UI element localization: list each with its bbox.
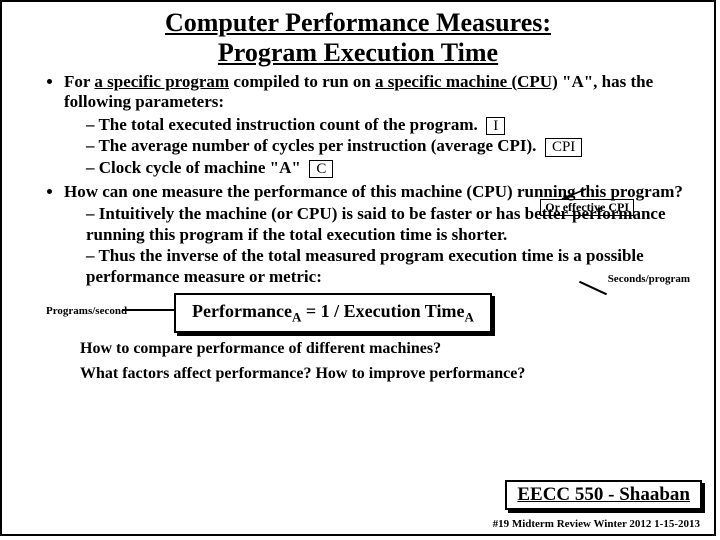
- dash-5: Thus the inverse of the total measured p…: [86, 246, 696, 287]
- dash-2: The average number of cycles per instruc…: [86, 136, 696, 157]
- label-seconds-program: Seconds/program: [608, 273, 690, 286]
- dash-1: The total executed instruction count of …: [86, 115, 696, 136]
- f-mid: = 1 / Execution Time: [301, 301, 464, 321]
- course-box: EECC 550 - Shaaban: [505, 480, 702, 510]
- bullet-2: How can one measure the performance of t…: [64, 182, 696, 287]
- slide-title: Computer Performance Measures: Program E…: [22, 8, 694, 68]
- label-programs-second: Programs/second: [46, 305, 127, 318]
- d3-text: Clock cycle of machine "A": [99, 158, 301, 177]
- slide: Computer Performance Measures: Program E…: [0, 0, 716, 536]
- c-box: C: [309, 160, 333, 179]
- effective-cpi-note: Or effective CPI: [540, 199, 634, 216]
- arrow-left: [122, 309, 174, 311]
- footer-text: #19 Midterm Review Winter 2012 1-15-2013: [493, 518, 700, 530]
- dash-3: Clock cycle of machine "A" C: [86, 158, 696, 179]
- title-line2: Program Execution Time: [218, 38, 498, 67]
- f-perf: Performance: [192, 301, 292, 321]
- f-sub1: A: [292, 310, 301, 325]
- formula-box: PerformanceA = 1 / Execution TimeA: [174, 293, 492, 333]
- formula-row: Programs/second Seconds/program Performa…: [64, 293, 696, 333]
- d1-text: The total executed instruction count of …: [98, 115, 477, 134]
- i-box: I: [486, 117, 505, 136]
- d2-text: The average number of cycles per instruc…: [98, 136, 536, 155]
- content: For a specific program compiled to run o…: [2, 72, 714, 384]
- bullet-1: For a specific program compiled to run o…: [64, 72, 696, 178]
- b1-u2: a specific machine (CPU): [375, 72, 558, 91]
- b1-pre: For: [64, 72, 94, 91]
- b1-mid: compiled to run on: [229, 72, 375, 91]
- title-line1: Computer Performance Measures:: [165, 8, 551, 37]
- f-sub2: A: [464, 310, 473, 325]
- question-2: What factors affect performance? How to …: [80, 364, 696, 383]
- b1-u1: a specific program: [94, 72, 229, 91]
- question-1: How to compare performance of different …: [80, 339, 696, 358]
- cpi-box: CPI: [545, 138, 582, 157]
